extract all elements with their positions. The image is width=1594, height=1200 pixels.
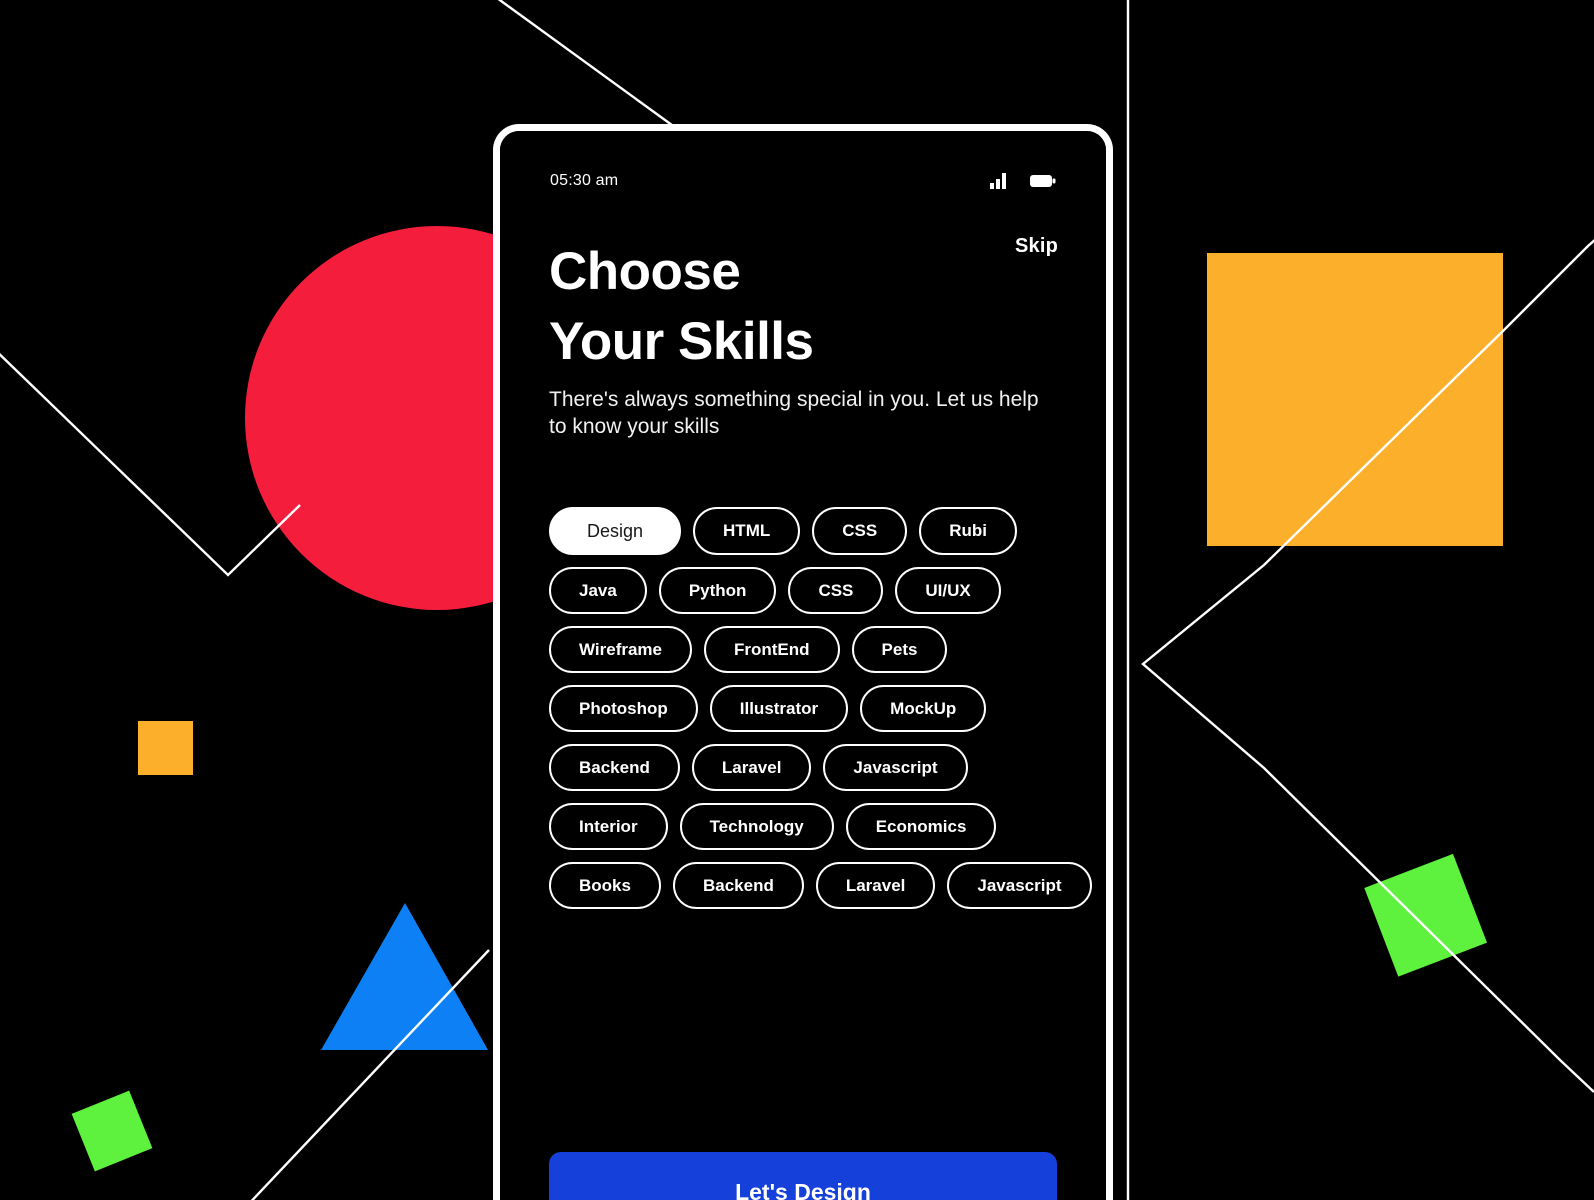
page-title-line-2: Your Skills <box>549 312 814 372</box>
skill-chip[interactable]: Backend <box>672 862 804 909</box>
skip-button[interactable]: Skip <box>1015 235 1058 258</box>
status-bar-time: 05:30 am <box>550 172 619 189</box>
skill-chip[interactable]: Economics <box>845 803 997 850</box>
skill-chip[interactable]: Backend <box>549 744 680 791</box>
skill-chip[interactable]: Illustrator <box>709 685 849 732</box>
skill-chip[interactable]: Java <box>549 567 647 614</box>
battery-icon <box>1030 175 1056 187</box>
skill-chip[interactable]: HTML <box>693 507 801 555</box>
skill-chip[interactable]: FrontEnd <box>704 626 840 673</box>
skill-chip[interactable]: MockUp <box>860 685 987 732</box>
skill-chip[interactable]: Python <box>658 567 777 614</box>
status-bar: 05:30 am <box>500 169 1106 193</box>
skill-chip[interactable]: Interior <box>549 803 668 850</box>
skill-chip[interactable]: Javascript <box>947 862 1092 909</box>
status-bar-icons <box>990 173 1056 189</box>
skill-chip[interactable]: Wireframe <box>549 626 692 673</box>
skill-chip[interactable]: Books <box>549 862 661 909</box>
page-subtitle: There's always something special in you.… <box>549 388 1039 439</box>
skill-chip[interactable]: Laravel <box>815 862 936 909</box>
diagonal-line-top-shape <box>497 0 677 129</box>
green-square-right-shape <box>1364 853 1488 977</box>
lets-design-button[interactable]: Let's Design <box>549 1152 1057 1200</box>
skill-chip[interactable]: Laravel <box>691 744 812 791</box>
skill-chip[interactable]: Technology <box>679 803 834 850</box>
green-square-left-shape <box>71 1090 153 1172</box>
phone-frame: 05:30 am Skip Choose Your Skills There's… <box>493 124 1113 1200</box>
orange-square-small-shape <box>138 721 193 775</box>
skill-chip[interactable]: Pets <box>851 626 948 673</box>
phone-screen: 05:30 am Skip Choose Your Skills There's… <box>500 131 1106 1200</box>
page-title: Choose Your Skills <box>549 237 986 378</box>
skill-chip[interactable]: Javascript <box>823 744 968 791</box>
page-title-line-1: Choose <box>549 242 741 301</box>
skill-chip[interactable]: CSS <box>788 567 884 614</box>
skill-chip-list: Design HTML CSS Rubi Java Python CSS UI/UX Wiref… <box>549 507 1094 909</box>
signal-bars-icon <box>990 173 1006 189</box>
skill-chip[interactable]: Rubi <box>919 507 1017 555</box>
skill-chip[interactable]: Design <box>549 507 682 555</box>
skill-chip[interactable]: UI/UX <box>895 567 1001 614</box>
orange-square-big-shape <box>1207 253 1503 546</box>
skill-chip[interactable]: Photoshop <box>549 685 698 732</box>
skill-chip[interactable]: CSS <box>812 507 908 555</box>
